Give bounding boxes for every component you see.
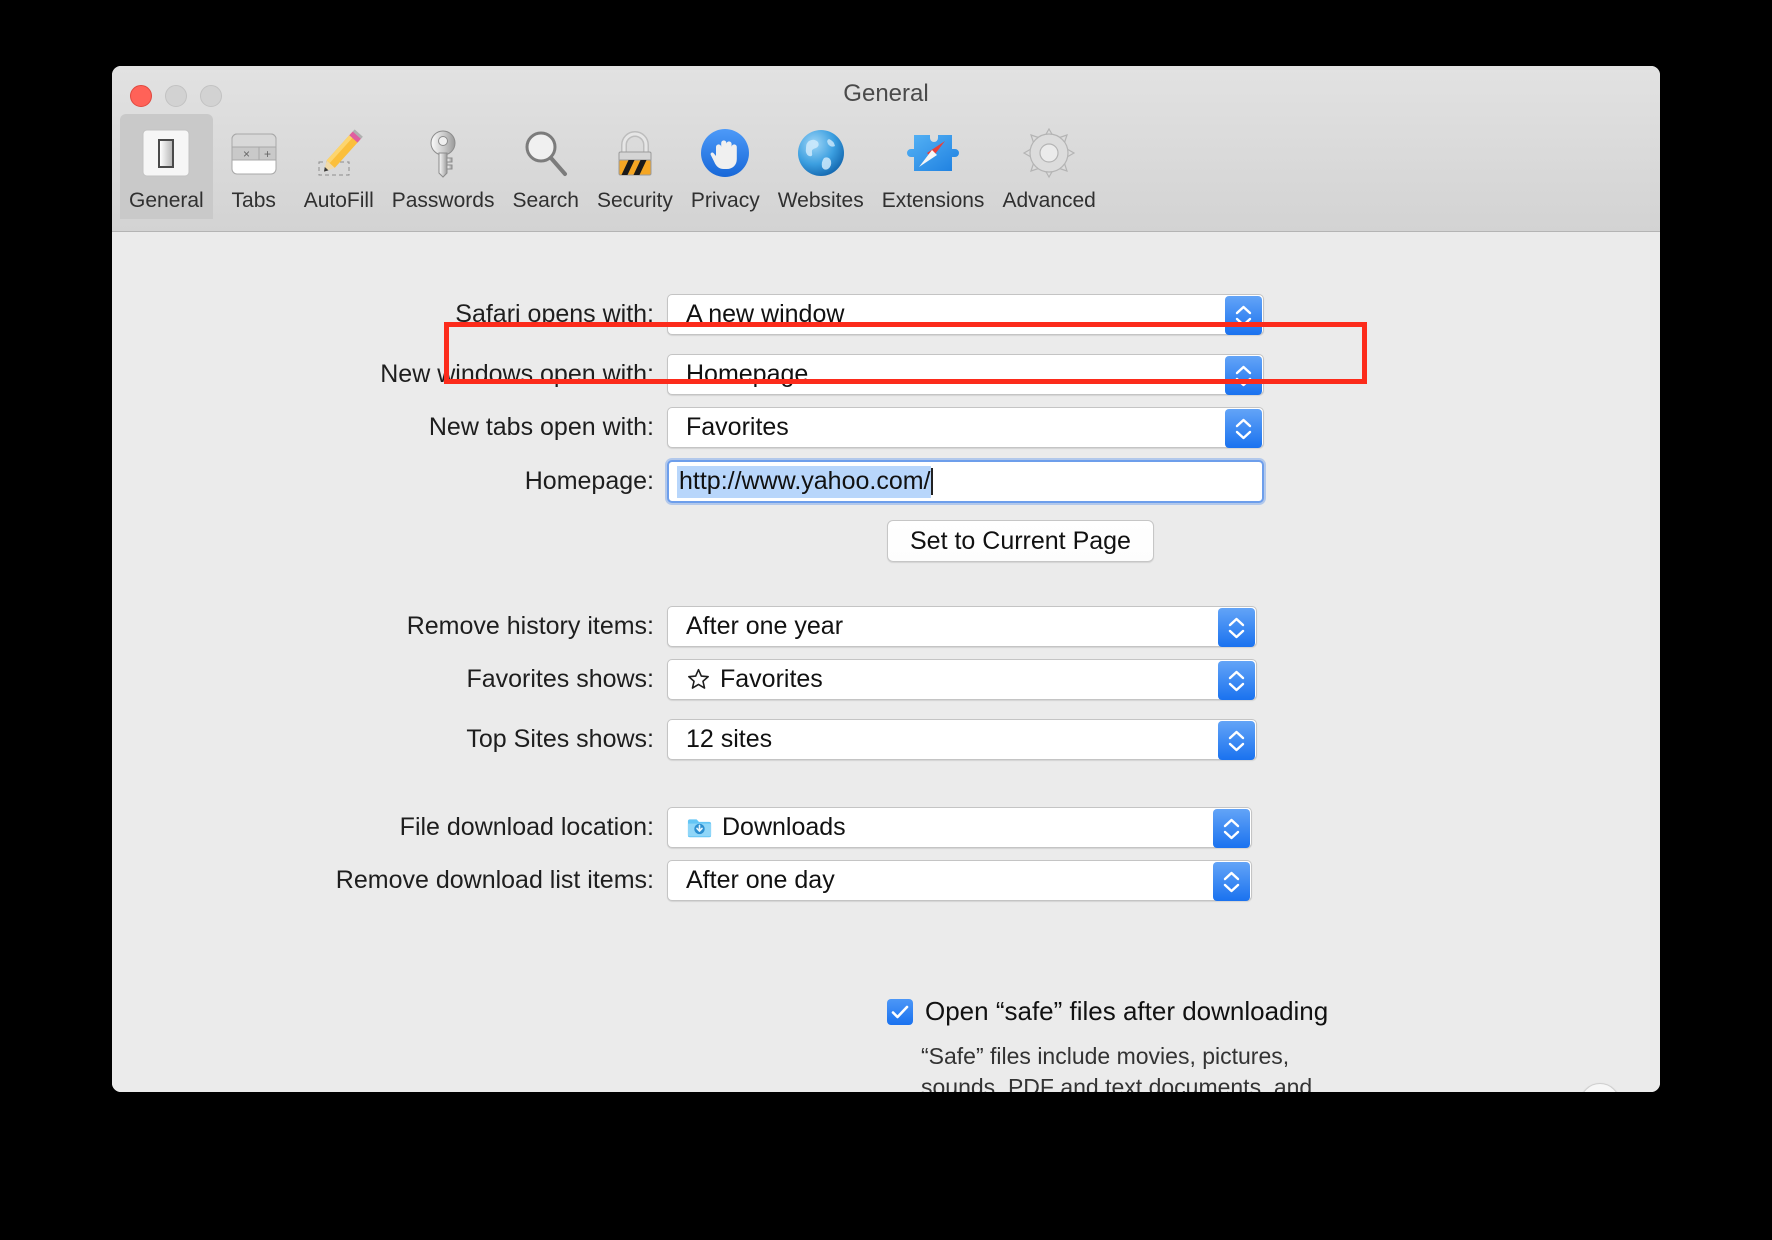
downloads-folder-icon [687, 818, 712, 837]
row-favorites-shows: Favorites shows: Favorites [112, 659, 1660, 700]
row-remove-download-list-items: Remove download list items: After one da… [112, 860, 1660, 901]
favorites-shows-value-wrap: Favorites [668, 665, 823, 694]
tab-autofill-label: AutoFill [303, 189, 374, 212]
remove-history-items-label: Remove history items: [406, 612, 654, 640]
browser-tabs-icon: × + [222, 122, 286, 186]
chevron-updown-icon[interactable] [1218, 721, 1255, 760]
tab-websites-label: Websites [777, 189, 864, 212]
homepage-label: Homepage: [524, 467, 654, 495]
new-tabs-open-with-popup[interactable]: Favorites [667, 407, 1264, 448]
hand-icon [693, 122, 757, 186]
row-file-download-location: File download location: Downloads [112, 807, 1660, 848]
safari-opens-with-label: Safari opens with: [455, 300, 654, 328]
remove-download-list-items-value: After one day [686, 866, 835, 894]
new-windows-open-with-label: New windows open with: [380, 360, 654, 388]
tab-general-label: General [129, 189, 204, 212]
titlebar-toolbar: General General × + Tabs AutoFill Passwo… [112, 66, 1660, 232]
homepage-input-value: http://www.yahoo.com/ [677, 465, 931, 498]
remove-download-list-items-label: Remove download list items: [335, 866, 654, 894]
tab-security[interactable]: Security [588, 114, 682, 219]
row-set-to-current-page: Set to Current Page [887, 520, 1154, 562]
new-tabs-open-with-label: New tabs open with: [428, 413, 654, 441]
chevron-updown-icon[interactable] [1218, 608, 1255, 647]
tab-websites[interactable]: Websites [769, 114, 873, 219]
homepage-input[interactable]: http://www.yahoo.com/ [667, 460, 1264, 503]
chevron-updown-icon[interactable] [1225, 409, 1262, 448]
magnifier-icon [514, 122, 578, 186]
tab-tabs[interactable]: × + Tabs [213, 114, 295, 219]
globe-icon [789, 122, 853, 186]
open-safe-files-label: Open “safe” files after downloading [925, 996, 1329, 1026]
chevron-updown-icon[interactable] [1225, 356, 1262, 395]
file-download-location-value-wrap: Downloads [668, 813, 846, 842]
toggle-switch-icon [134, 122, 198, 186]
file-download-location-value: Downloads [722, 813, 846, 841]
padlock-icon [603, 122, 667, 186]
safari-opens-with-popup[interactable]: A new window [667, 294, 1264, 335]
file-download-location-label: File download location: [399, 813, 654, 841]
safari-preferences-window: General General × + Tabs AutoFill Passwo… [112, 66, 1660, 1092]
top-sites-shows-label: Top Sites shows: [466, 725, 654, 753]
tab-advanced[interactable]: Advanced [993, 114, 1104, 219]
tab-security-label: Security [597, 189, 673, 212]
preferences-toolbar: General × + Tabs AutoFill Passwords Sear… [120, 114, 1105, 219]
tab-privacy-label: Privacy [690, 189, 760, 212]
row-remove-history-items: Remove history items: After one year [112, 606, 1660, 647]
new-windows-open-with-value: Homepage [686, 360, 809, 388]
remove-download-list-items-popup[interactable]: After one day [667, 860, 1252, 901]
row-homepage: Homepage: http://www.yahoo.com/ [112, 460, 1660, 503]
key-icon [411, 122, 475, 186]
general-preferences-pane: Safari opens with: A new window New wind… [112, 232, 1660, 1092]
svg-text:×: × [243, 147, 250, 161]
top-sites-shows-value: 12 sites [686, 725, 773, 753]
favorites-shows-popup[interactable]: Favorites [667, 659, 1257, 700]
file-download-location-popup[interactable]: Downloads [667, 807, 1252, 848]
chevron-updown-icon[interactable] [1213, 862, 1250, 901]
puzzle-compass-icon [901, 122, 965, 186]
star-icon [688, 668, 709, 689]
favorites-shows-label: Favorites shows: [466, 665, 654, 693]
tab-autofill[interactable]: AutoFill [295, 114, 383, 219]
pencil-icon [307, 122, 371, 186]
gear-icon [1017, 122, 1081, 186]
tab-passwords[interactable]: Passwords [383, 114, 504, 219]
row-new-windows-open-with: New windows open with: Homepage [112, 354, 1660, 395]
safari-opens-with-value: A new window [686, 300, 845, 328]
row-safari-opens-with: Safari opens with: A new window [112, 294, 1660, 335]
tab-tabs-label: Tabs [231, 189, 276, 212]
tab-advanced-label: Advanced [1002, 189, 1096, 212]
new-tabs-open-with-value: Favorites [686, 413, 789, 441]
window-title: General [843, 80, 929, 107]
tab-privacy[interactable]: Privacy [682, 114, 769, 219]
text-caret [930, 468, 933, 495]
tab-extensions[interactable]: Extensions [873, 114, 994, 219]
open-safe-files-checkbox-row[interactable]: Open “safe” files after downloading [887, 996, 1328, 1027]
tab-search-label: Search [512, 189, 579, 212]
new-windows-open-with-popup[interactable]: Homepage [667, 354, 1264, 395]
checkmark-icon[interactable] [887, 998, 913, 1025]
chevron-updown-icon[interactable] [1225, 296, 1262, 335]
tab-general[interactable]: General [120, 114, 213, 219]
remove-history-items-popup[interactable]: After one year [667, 606, 1257, 647]
remove-history-items-value: After one year [686, 612, 844, 640]
chevron-updown-icon[interactable] [1218, 661, 1255, 700]
tab-search[interactable]: Search [503, 114, 588, 219]
favorites-shows-value: Favorites [720, 665, 823, 693]
set-to-current-page-button[interactable]: Set to Current Page [887, 520, 1154, 562]
row-top-sites-shows: Top Sites shows: 12 sites [112, 719, 1660, 760]
safe-files-help-text: “Safe” files include movies, pictures, s… [921, 1043, 1313, 1092]
row-new-tabs-open-with: New tabs open with: Favorites [112, 407, 1660, 448]
tab-passwords-label: Passwords [391, 189, 495, 212]
chevron-updown-icon[interactable] [1213, 809, 1250, 848]
svg-text:+: + [264, 147, 271, 161]
top-sites-shows-popup[interactable]: 12 sites [667, 719, 1257, 760]
tab-extensions-label: Extensions [881, 189, 985, 212]
